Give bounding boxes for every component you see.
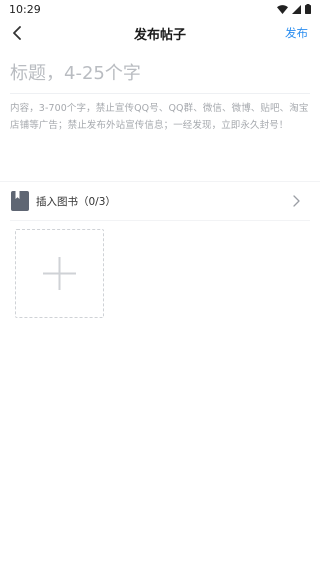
row-divider [10,220,310,221]
title-divider [10,93,310,94]
publish-button[interactable]: 发布 [285,25,308,41]
status-time: 10:29 [9,2,41,16]
title-input[interactable] [10,56,310,90]
book-icon [11,191,29,211]
plus-icon [43,257,76,290]
insert-book-label: 插入图书（0/3） [36,196,116,208]
battery-icon [305,4,311,14]
status-icons [277,4,311,14]
wifi-icon [277,4,288,14]
status-bar: 10:29 [0,0,320,18]
insert-book-row[interactable]: 插入图书（0/3） [0,185,320,217]
section-divider [0,181,320,182]
signal-icon [292,4,301,14]
screen: 10:29 发布帖子 发布 标题，4-25个字 内容，3-700个字，禁止宣传Q… [0,0,320,570]
header: 发布帖子 发布 [0,18,320,48]
content-input[interactable] [10,100,310,170]
chevron-right-icon [293,195,300,207]
page-title: 发布帖子 [133,28,186,43]
add-book-button[interactable] [15,229,104,318]
